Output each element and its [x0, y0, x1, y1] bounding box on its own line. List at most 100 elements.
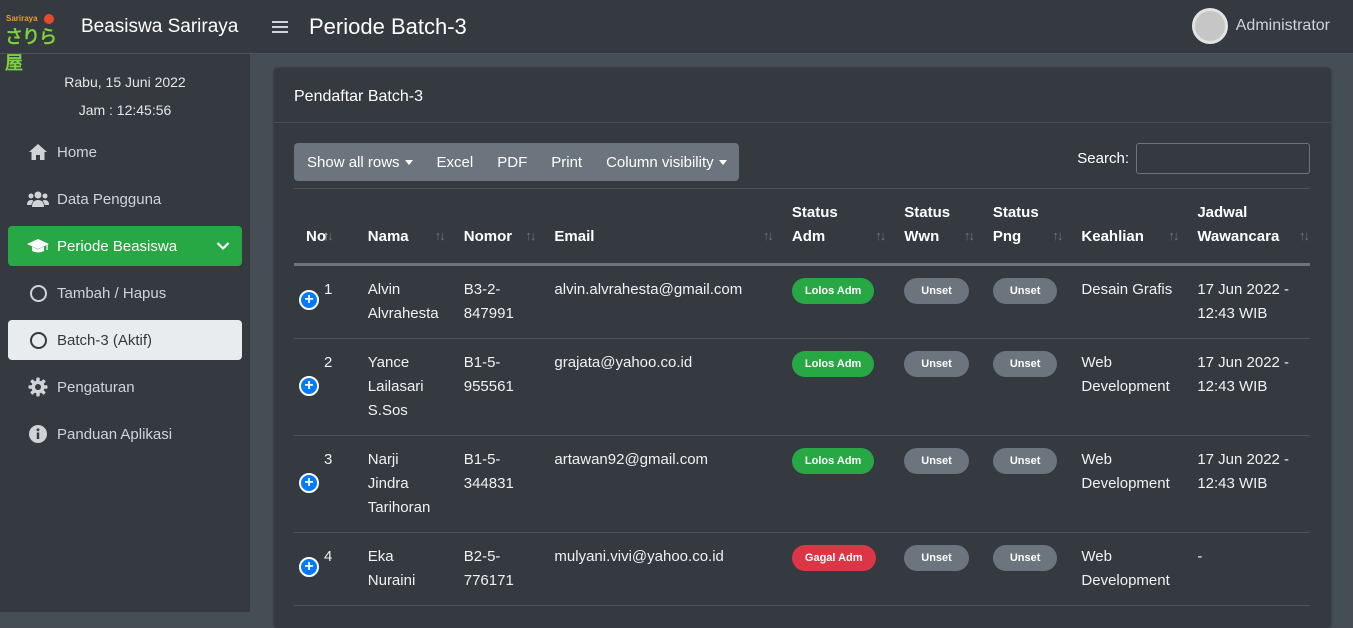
column-visibility-button[interactable]: Column visibility [594, 143, 739, 181]
cell-nama: Eka Nuraini [355, 532, 452, 606]
card-title: Pendaftar Batch-3 [274, 68, 1331, 123]
cell-keahlian: Desain Grafis [1069, 264, 1186, 339]
cell-nama: Alvin Alvrahesta [355, 264, 452, 339]
header-label: Nama [367, 228, 409, 245]
logo-small-text: Sariraya [6, 13, 38, 23]
cell-text: 776171 [463, 572, 514, 589]
search-box: Search: [1077, 143, 1310, 174]
cell-text: 12:43 WIB [1197, 378, 1268, 395]
search-input[interactable] [1136, 143, 1310, 174]
sidebar-item-periode-beasiswa[interactable]: Periode Beasiswa [8, 226, 242, 266]
sidebar-item-label: Batch-3 (Aktif) [57, 331, 153, 349]
pdf-button[interactable]: PDF [485, 143, 539, 181]
cell-text: Alvin [367, 281, 401, 298]
cell-jadwal: - [1185, 532, 1310, 606]
page-title: Periode Batch-3 [309, 13, 467, 39]
col-no[interactable]: No ↑↓ [294, 188, 356, 266]
sidebar-item-data-pengguna[interactable]: Data Pengguna [8, 179, 242, 219]
sort-icon: ↑↓ [434, 228, 446, 243]
status-badge: Lolos Adm [791, 448, 875, 474]
sort-icon: ↑↓ [963, 228, 975, 243]
col-email[interactable]: Email ↑↓ [542, 188, 780, 266]
sort-asc-icon: ↑↓ [322, 228, 334, 243]
cell-email: artawan92@gmail.com [542, 435, 780, 533]
header-label: Status [904, 204, 951, 221]
pendaftar-table: No ↑↓ Nama ↑↓ Nomor ↑↓ Email ↑↓ Status Adm ↑↓ … [294, 188, 1310, 606]
table-row: +2 Yance Lailasari S.Sos B1-5- 955561 grajata@… [294, 338, 1310, 436]
column-visibility-label: Column visibility [606, 153, 714, 171]
row-number: 1 [324, 281, 333, 298]
expand-row-plus-icon[interactable]: + [299, 557, 319, 577]
table-row: +4 Eka Nuraini B2-5- 776171 mulyani.vivi@yaho… [294, 532, 1310, 606]
circle-icon [27, 282, 49, 304]
status-badge: Unset [904, 448, 969, 474]
hamburger-menu-icon[interactable] [272, 20, 288, 33]
cell-nomor: B1-5- 344831 [451, 435, 543, 533]
expand-row-plus-icon[interactable]: + [299, 473, 319, 493]
col-status-png[interactable]: Status Png ↑↓ [980, 188, 1070, 266]
table-body: +1 Alvin Alvrahesta B3-2- 847991 alvin.alvrah… [294, 264, 1310, 606]
cell-text: Development [1081, 572, 1170, 589]
status-badge: Unset [992, 448, 1058, 474]
cell-status-adm: Lolos Adm [779, 338, 893, 436]
sidebar-item-panduan-aplikasi[interactable]: Panduan Aplikasi [8, 414, 242, 454]
header-label: Nomor [463, 228, 513, 245]
col-status-wwn[interactable]: Status Wwn ↑↓ [892, 188, 981, 266]
cell-jadwal: 17 Jun 2022 - 12:43 WIB [1185, 435, 1310, 533]
cell-no: +4 [294, 532, 356, 606]
sort-icon: ↑↓ [525, 228, 536, 243]
cell-keahlian: Web Development [1069, 338, 1186, 436]
user-menu[interactable]: Administrator [1191, 8, 1330, 44]
cell-text: Tarihoran [367, 499, 431, 516]
sidebar-item-label: Periode Beasiswa [57, 237, 178, 255]
expand-row-plus-icon[interactable]: + [299, 376, 319, 396]
cell-nama: Narji Jindra Tarihoran [355, 435, 452, 533]
cell-text: Web [1081, 451, 1112, 468]
cell-text: Alvrahesta [367, 305, 439, 322]
expand-row-plus-icon[interactable]: + [299, 290, 319, 310]
print-button[interactable]: Print [539, 143, 594, 181]
email-text: mulyani.vivi@yahoo.co.id [554, 548, 724, 565]
cell-status-png: Unset [980, 264, 1070, 339]
cell-text: B3-2- [463, 281, 501, 298]
sidebar-item-pengaturan[interactable]: Pengaturan [8, 367, 242, 407]
sidebar-item-label: Home [57, 143, 98, 161]
col-jadwal-wawancara[interactable]: Jadwal Wawancara ↑↓ [1185, 188, 1310, 266]
sidebar: Sariraya さりら屋 Beasiswa Sariraya Rabu, 15… [0, 0, 250, 612]
brand-link[interactable]: Sariraya さりら屋 Beasiswa Sariraya [0, 0, 250, 73]
cell-nama: Yance Lailasari S.Sos [355, 338, 452, 436]
show-rows-button[interactable]: Show all rows [294, 143, 425, 181]
email-text: grajata@yahoo.co.id [554, 354, 693, 371]
sidebar-item-label: Pengaturan [57, 378, 135, 396]
cell-status-png: Unset [980, 338, 1070, 436]
row-number: 2 [324, 354, 333, 371]
cell-text: - [1197, 548, 1203, 565]
col-nama[interactable]: Nama ↑↓ [355, 188, 452, 266]
cell-nomor: B3-2- 847991 [451, 264, 543, 339]
sort-icon: ↑↓ [1299, 228, 1310, 243]
cell-status-adm: Gagal Adm [779, 532, 893, 606]
sidebar-item-label: Panduan Aplikasi [57, 425, 173, 443]
col-nomor[interactable]: Nomor ↑↓ [451, 188, 543, 266]
header-label: Png [992, 228, 1022, 245]
status-badge: Unset [904, 278, 969, 304]
cell-text: 344831 [463, 475, 514, 492]
table-row: +3 Narji Jindra Tarihoran B1-5- 344831 artawan… [294, 435, 1310, 533]
sidebar-nav: Home Data Pengguna Periode Beasiswa Tamb… [0, 124, 250, 454]
sidebar-item-tambah-hapus[interactable]: Tambah / Hapus [8, 273, 242, 313]
status-badge: Unset [992, 545, 1058, 571]
sidebar-item-home[interactable]: Home [8, 132, 242, 172]
row-number: 4 [324, 548, 333, 565]
row-number: 3 [324, 451, 333, 468]
sidebar-item-batch-3[interactable]: Batch-3 (Aktif) [8, 320, 242, 360]
chevron-down-icon [216, 238, 230, 255]
excel-button[interactable]: Excel [425, 143, 486, 181]
header-label: Email [554, 228, 595, 245]
cell-text: 17 Jun 2022 - [1197, 451, 1290, 468]
cell-no: +1 [294, 264, 356, 339]
cell-text: B1-5- [463, 451, 501, 468]
user-name: Administrator [1235, 17, 1330, 34]
cell-keahlian: Web Development [1069, 532, 1186, 606]
col-status-adm[interactable]: Status Adm ↑↓ [779, 188, 893, 266]
col-keahlian[interactable]: Keahlian ↑↓ [1069, 188, 1186, 266]
